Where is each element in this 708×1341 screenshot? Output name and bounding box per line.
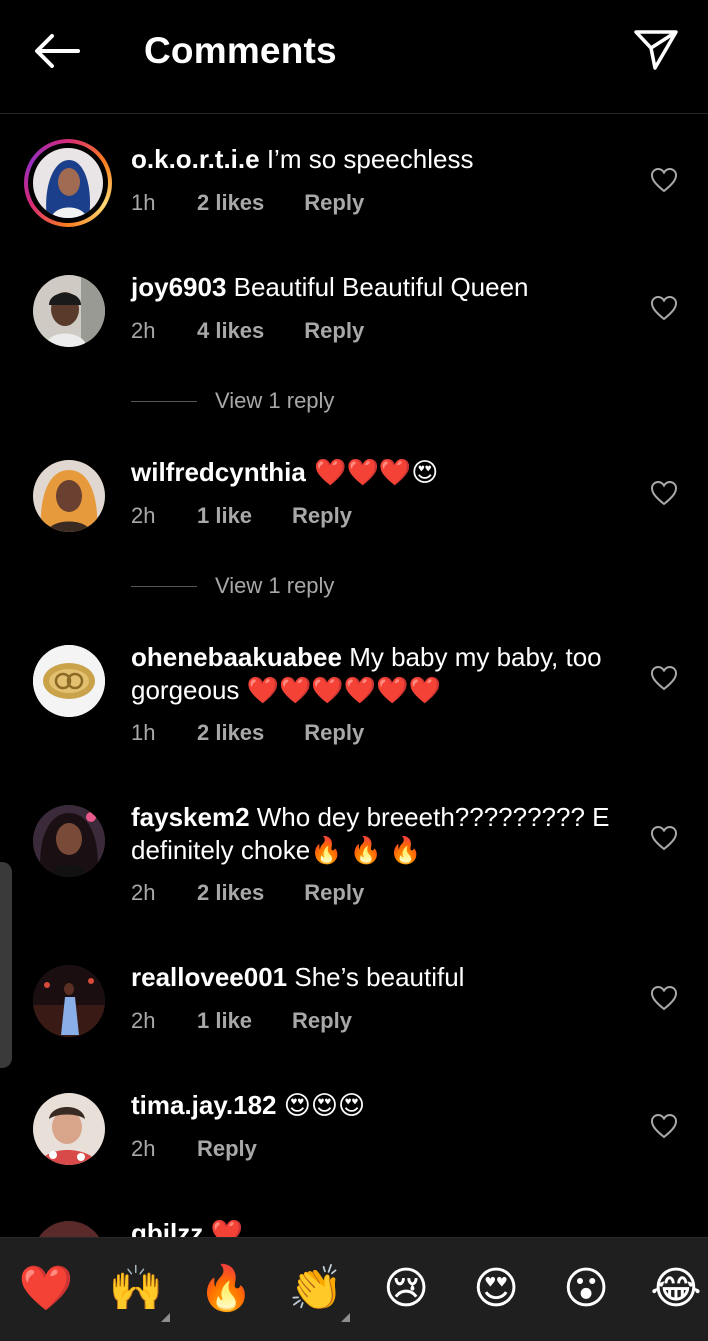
comment-meta: 2h 4 likes Reply — [131, 318, 364, 344]
comment-meta: 2h 1 like Reply — [131, 1008, 352, 1034]
view-replies-button[interactable]: View 1 reply — [131, 388, 334, 414]
reply-button[interactable]: Reply — [304, 318, 364, 344]
edge-panel-handle[interactable] — [0, 862, 12, 1068]
emoji-laughing-button[interactable]: 😂 — [646, 1258, 706, 1318]
comment-likes[interactable]: 2 likes — [197, 720, 264, 746]
heart-outline-icon[interactable] — [650, 295, 678, 321]
page-title: Comments — [144, 30, 337, 71]
comment-text: fayskem2 Who dey breeeth????????? E defi… — [131, 801, 631, 867]
heart-outline-icon[interactable] — [650, 985, 678, 1011]
reply-button[interactable]: Reply — [304, 880, 364, 906]
comment-meta: 2h 2 likes Reply — [131, 880, 364, 906]
emoji-heart-button[interactable]: ❤️ — [16, 1258, 76, 1318]
emoji-heart-eyes-button[interactable]: 😍 — [466, 1258, 526, 1318]
reply-divider-line — [131, 400, 197, 402]
comment-likes[interactable]: 1 like — [197, 503, 252, 529]
skin-tone-variant-indicator — [161, 1313, 170, 1322]
comment-body: ❤️ — [203, 1218, 243, 1237]
comment-username[interactable]: wilfredcynthia — [131, 457, 306, 487]
header: Comments — [0, 0, 708, 114]
comment-username[interactable]: gbilzz — [131, 1218, 203, 1237]
share-button[interactable] — [628, 24, 684, 76]
avatar[interactable] — [33, 1221, 105, 1237]
reply-button[interactable]: Reply — [197, 1136, 257, 1162]
comment-username[interactable]: ohenebaakuabee — [131, 642, 342, 672]
comment-time: 2h — [131, 503, 156, 528]
heart-outline-icon[interactable] — [650, 480, 678, 506]
view-replies-button[interactable]: View 1 reply — [131, 573, 334, 599]
comment-text: o.k.o.r.t.i.e I’m so speechless — [131, 143, 631, 176]
emoji-clap-button[interactable]: 👏 — [286, 1258, 350, 1322]
avatar[interactable] — [24, 139, 112, 227]
comment-text: reallovee001 She’s beautiful — [131, 961, 631, 994]
comment-time: 2h — [131, 880, 156, 905]
comment-text: ohenebaakuabee My baby my baby, too gorg… — [131, 641, 631, 707]
avatar[interactable] — [33, 965, 105, 1037]
comment-likes[interactable]: 2 likes — [197, 880, 264, 906]
comment-time: 2h — [131, 1136, 156, 1161]
comment-time: 2h — [131, 318, 156, 343]
back-button[interactable] — [28, 26, 84, 76]
comment-likes[interactable]: 4 likes — [197, 318, 264, 344]
comment-time: 1h — [131, 190, 156, 215]
reply-divider-line — [131, 585, 197, 587]
back-arrow-icon — [35, 34, 80, 68]
avatar[interactable] — [33, 275, 105, 347]
comment-text: joy6903 Beautiful Beautiful Queen — [131, 271, 631, 304]
comment-meta: 1h 2 likes Reply — [131, 190, 364, 216]
comments-list[interactable]: o.k.o.r.t.i.e I’m so speechless 1h 2 like… — [0, 114, 708, 1237]
comment-username[interactable]: reallovee001 — [131, 962, 287, 992]
comment-time: 2h — [131, 1008, 156, 1033]
comment-username[interactable]: joy6903 — [131, 272, 226, 302]
comment-time: 1h — [131, 720, 156, 745]
comment-likes[interactable]: 1 like — [197, 1008, 252, 1034]
emoji-surprised-button[interactable]: 😮 — [556, 1258, 616, 1318]
comment-username[interactable]: tima.jay.182 — [131, 1090, 277, 1120]
emoji-fire-button[interactable]: 🔥 — [196, 1258, 256, 1318]
avatar[interactable] — [33, 645, 105, 717]
emoji-raised-hands-label: 🙌 — [108, 1263, 164, 1314]
heart-outline-icon[interactable] — [650, 825, 678, 851]
heart-outline-icon[interactable] — [650, 167, 678, 193]
comment-meta: 2h 1 like Reply — [131, 503, 352, 529]
reply-button[interactable]: Reply — [304, 190, 364, 216]
comment-text: tima.jay.182 😍😍😍 — [131, 1089, 631, 1122]
reply-button[interactable]: Reply — [292, 503, 352, 529]
send-icon — [634, 30, 678, 70]
comment-meta: 1h 2 likes Reply — [131, 720, 364, 746]
avatar[interactable] — [33, 805, 105, 877]
reply-button[interactable]: Reply — [292, 1008, 352, 1034]
comment-likes[interactable]: 2 likes — [197, 190, 264, 216]
heart-outline-icon[interactable] — [650, 1113, 678, 1139]
comment-meta: 2h Reply — [131, 1136, 257, 1162]
reply-button[interactable]: Reply — [304, 720, 364, 746]
emoji-clap-label: 👏 — [288, 1263, 344, 1314]
comment-text: gbilzz ❤️ — [131, 1217, 631, 1237]
view-replies-label[interactable]: View 1 reply — [215, 573, 334, 599]
heart-outline-icon[interactable] — [650, 665, 678, 691]
comment-username[interactable]: fayskem2 — [131, 802, 250, 832]
comment-username[interactable]: o.k.o.r.t.i.e — [131, 144, 260, 174]
view-replies-label[interactable]: View 1 reply — [215, 388, 334, 414]
emoji-raised-hands-button[interactable]: 🙌 — [106, 1258, 170, 1322]
comment-body: I’m so speechless — [259, 144, 474, 174]
comment-body: 😍😍😍 — [276, 1090, 366, 1120]
skin-tone-variant-indicator — [341, 1313, 350, 1322]
comment-body: She’s beautiful — [287, 962, 465, 992]
comment-text: wilfredcynthia ❤️❤️❤️😍 — [131, 456, 631, 490]
emoji-reaction-bar: ❤️ 🙌 🔥 👏 😢 😍 😮 😂 — [0, 1237, 708, 1341]
comment-body: Beautiful Beautiful Queen — [226, 272, 529, 302]
avatar[interactable] — [33, 1093, 105, 1165]
emoji-crying-button[interactable]: 😢 — [376, 1258, 436, 1318]
comment-body: ❤️❤️❤️😍 — [305, 458, 439, 488]
avatar[interactable] — [33, 460, 105, 532]
